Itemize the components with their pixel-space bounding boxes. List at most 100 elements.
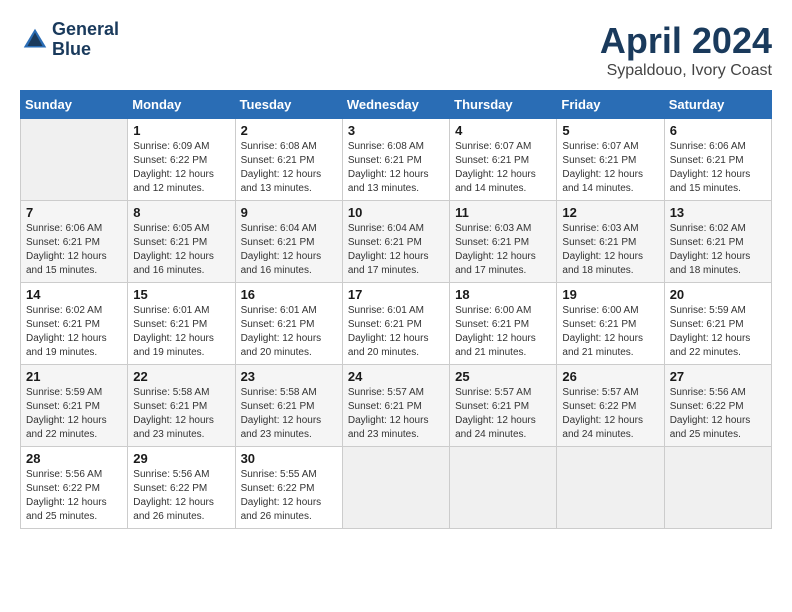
day-number: 24 (348, 369, 444, 384)
day-number: 22 (133, 369, 229, 384)
day-info: Sunrise: 5:59 AM Sunset: 6:21 PM Dayligh… (26, 386, 122, 442)
day-info: Sunrise: 6:04 AM Sunset: 6:21 PM Dayligh… (348, 222, 444, 278)
day-info: Sunrise: 6:03 AM Sunset: 6:21 PM Dayligh… (562, 222, 658, 278)
calendar-row: 14 Sunrise: 6:02 AM Sunset: 6:21 PM Dayli… (21, 283, 772, 365)
calendar-row: 1Sunrise: 6:09 AM Sunset: 6:22 PM Daylig… (21, 119, 772, 201)
day-info: Sunrise: 5:57 AM Sunset: 6:22 PM Dayligh… (562, 386, 658, 442)
day-number: 29 (133, 451, 229, 466)
day-number: 9 (241, 205, 337, 220)
calendar-cell: 24Sunrise: 5:57 AM Sunset: 6:21 PM Dayli… (342, 365, 449, 447)
calendar-table: SundayMondayTuesdayWednesdayThursdayFrid… (20, 90, 772, 529)
calendar-cell: 6 Sunrise: 6:06 AM Sunset: 6:21 PM Daylig… (664, 119, 771, 201)
day-info: Sunrise: 6:03 AM Sunset: 6:21 PM Dayligh… (455, 222, 551, 278)
calendar-row: 21 Sunrise: 5:59 AM Sunset: 6:21 PM Dayli… (21, 365, 772, 447)
calendar-cell: 29 Sunrise: 5:56 AM Sunset: 6:22 PM Dayli… (128, 447, 235, 529)
day-number: 2 (241, 123, 337, 138)
calendar-cell: 22 Sunrise: 5:58 AM Sunset: 6:21 PM Dayli… (128, 365, 235, 447)
calendar-cell: 16Sunrise: 6:01 AM Sunset: 6:21 PM Dayli… (235, 283, 342, 365)
calendar-cell: 9 Sunrise: 6:04 AM Sunset: 6:21 PM Daylig… (235, 201, 342, 283)
day-info: Sunrise: 5:55 AM Sunset: 6:22 PM Dayligh… (241, 468, 337, 524)
calendar-cell: 27Sunrise: 5:56 AM Sunset: 6:22 PM Dayli… (664, 365, 771, 447)
calendar-cell: 1Sunrise: 6:09 AM Sunset: 6:22 PM Daylig… (128, 119, 235, 201)
calendar-cell: 2 Sunrise: 6:08 AM Sunset: 6:21 PM Daylig… (235, 119, 342, 201)
day-info: Sunrise: 6:00 AM Sunset: 6:21 PM Dayligh… (455, 304, 551, 360)
day-info: Sunrise: 6:02 AM Sunset: 6:21 PM Dayligh… (26, 304, 122, 360)
calendar-cell: 5Sunrise: 6:07 AM Sunset: 6:21 PM Daylig… (557, 119, 664, 201)
calendar-cell: 30 Sunrise: 5:55 AM Sunset: 6:22 PM Dayli… (235, 447, 342, 529)
column-header-tuesday: Tuesday (235, 91, 342, 119)
location-subtitle: Sypaldouo, Ivory Coast (600, 62, 772, 80)
logo-icon (20, 25, 50, 55)
day-number: 14 (26, 287, 122, 302)
calendar-cell: 23Sunrise: 5:58 AM Sunset: 6:21 PM Dayli… (235, 365, 342, 447)
day-info: Sunrise: 6:01 AM Sunset: 6:21 PM Dayligh… (133, 304, 229, 360)
day-number: 20 (670, 287, 766, 302)
day-info: Sunrise: 6:08 AM Sunset: 6:21 PM Dayligh… (348, 140, 444, 196)
day-info: Sunrise: 6:09 AM Sunset: 6:22 PM Dayligh… (133, 140, 229, 196)
day-info: Sunrise: 6:06 AM Sunset: 6:21 PM Dayligh… (26, 222, 122, 278)
calendar-row: 7Sunrise: 6:06 AM Sunset: 6:21 PM Daylig… (21, 201, 772, 283)
calendar-cell: 14 Sunrise: 6:02 AM Sunset: 6:21 PM Dayli… (21, 283, 128, 365)
page-header: General Blue April 2024 Sypaldouo, Ivory… (20, 20, 772, 80)
calendar-cell (21, 119, 128, 201)
day-info: Sunrise: 6:08 AM Sunset: 6:21 PM Dayligh… (241, 140, 337, 196)
day-info: Sunrise: 6:04 AM Sunset: 6:21 PM Dayligh… (241, 222, 337, 278)
calendar-cell: 17 Sunrise: 6:01 AM Sunset: 6:21 PM Dayli… (342, 283, 449, 365)
day-number: 8 (133, 205, 229, 220)
calendar-cell: 26 Sunrise: 5:57 AM Sunset: 6:22 PM Dayli… (557, 365, 664, 447)
calendar-cell: 4 Sunrise: 6:07 AM Sunset: 6:21 PM Daylig… (450, 119, 557, 201)
calendar-cell: 21 Sunrise: 5:59 AM Sunset: 6:21 PM Dayli… (21, 365, 128, 447)
title-block: April 2024 Sypaldouo, Ivory Coast (600, 20, 772, 80)
calendar-cell: 13 Sunrise: 6:02 AM Sunset: 6:21 PM Dayli… (664, 201, 771, 283)
day-number: 5 (562, 123, 658, 138)
day-number: 21 (26, 369, 122, 384)
day-info: Sunrise: 5:57 AM Sunset: 6:21 PM Dayligh… (455, 386, 551, 442)
day-number: 19 (562, 287, 658, 302)
column-header-friday: Friday (557, 91, 664, 119)
day-number: 10 (348, 205, 444, 220)
day-number: 13 (670, 205, 766, 220)
calendar-cell (557, 447, 664, 529)
column-header-saturday: Saturday (664, 91, 771, 119)
calendar-header: SundayMondayTuesdayWednesdayThursdayFrid… (21, 91, 772, 119)
calendar-cell (664, 447, 771, 529)
day-info: Sunrise: 5:58 AM Sunset: 6:21 PM Dayligh… (133, 386, 229, 442)
day-number: 4 (455, 123, 551, 138)
day-number: 25 (455, 369, 551, 384)
column-header-wednesday: Wednesday (342, 91, 449, 119)
day-number: 6 (670, 123, 766, 138)
calendar-cell: 25 Sunrise: 5:57 AM Sunset: 6:21 PM Dayli… (450, 365, 557, 447)
day-number: 17 (348, 287, 444, 302)
day-info: Sunrise: 6:02 AM Sunset: 6:21 PM Dayligh… (670, 222, 766, 278)
day-number: 3 (348, 123, 444, 138)
column-header-thursday: Thursday (450, 91, 557, 119)
calendar-cell: 15 Sunrise: 6:01 AM Sunset: 6:21 PM Dayli… (128, 283, 235, 365)
day-number: 18 (455, 287, 551, 302)
day-info: Sunrise: 5:58 AM Sunset: 6:21 PM Dayligh… (241, 386, 337, 442)
day-info: Sunrise: 6:07 AM Sunset: 6:21 PM Dayligh… (455, 140, 551, 196)
day-number: 16 (241, 287, 337, 302)
logo-text: General Blue (52, 20, 119, 60)
day-info: Sunrise: 5:59 AM Sunset: 6:21 PM Dayligh… (670, 304, 766, 360)
calendar-cell: 12 Sunrise: 6:03 AM Sunset: 6:21 PM Dayli… (557, 201, 664, 283)
column-header-monday: Monday (128, 91, 235, 119)
calendar-cell: 28Sunrise: 5:56 AM Sunset: 6:22 PM Dayli… (21, 447, 128, 529)
day-info: Sunrise: 5:56 AM Sunset: 6:22 PM Dayligh… (133, 468, 229, 524)
day-info: Sunrise: 5:56 AM Sunset: 6:22 PM Dayligh… (670, 386, 766, 442)
day-info: Sunrise: 5:56 AM Sunset: 6:22 PM Dayligh… (26, 468, 122, 524)
calendar-cell: 7Sunrise: 6:06 AM Sunset: 6:21 PM Daylig… (21, 201, 128, 283)
calendar-cell: 10 Sunrise: 6:04 AM Sunset: 6:21 PM Dayli… (342, 201, 449, 283)
day-number: 15 (133, 287, 229, 302)
column-header-sunday: Sunday (21, 91, 128, 119)
calendar-cell (342, 447, 449, 529)
calendar-body: 1Sunrise: 6:09 AM Sunset: 6:22 PM Daylig… (21, 119, 772, 529)
calendar-cell: 19Sunrise: 6:00 AM Sunset: 6:21 PM Dayli… (557, 283, 664, 365)
day-info: Sunrise: 6:06 AM Sunset: 6:21 PM Dayligh… (670, 140, 766, 196)
day-info: Sunrise: 6:01 AM Sunset: 6:21 PM Dayligh… (348, 304, 444, 360)
logo: General Blue (20, 20, 119, 60)
day-number: 26 (562, 369, 658, 384)
day-info: Sunrise: 6:05 AM Sunset: 6:21 PM Dayligh… (133, 222, 229, 278)
calendar-cell: 8 Sunrise: 6:05 AM Sunset: 6:21 PM Daylig… (128, 201, 235, 283)
day-number: 30 (241, 451, 337, 466)
day-number: 12 (562, 205, 658, 220)
